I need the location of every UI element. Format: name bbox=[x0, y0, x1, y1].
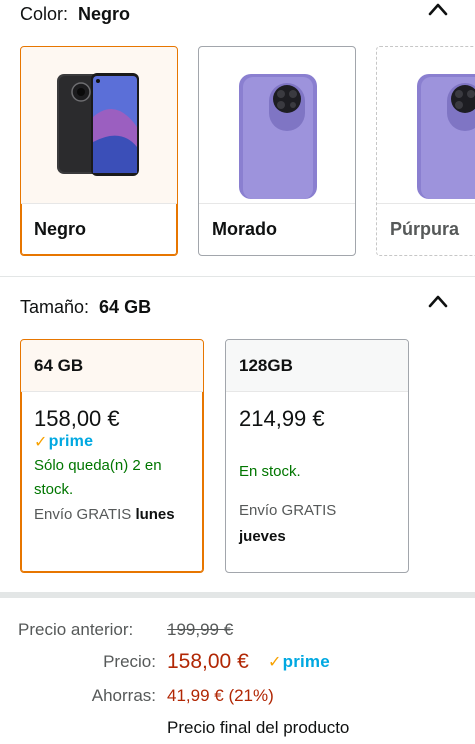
size-value: 64 GB bbox=[99, 297, 152, 317]
previous-price-row: Precio anterior: 199,99 € bbox=[0, 620, 475, 644]
color-option-label: Negro bbox=[21, 203, 177, 255]
color-value: Negro bbox=[78, 4, 131, 24]
phone-image-purpura bbox=[377, 47, 475, 204]
color-option-morado[interactable]: Morado bbox=[198, 46, 356, 256]
size-label: Tamaño: bbox=[20, 297, 90, 317]
phone-image-morado bbox=[199, 47, 355, 204]
previous-price-label: Precio anterior: bbox=[18, 620, 134, 639]
size-header: Tamaño: 64 GB bbox=[20, 297, 151, 318]
phone-image-negro bbox=[21, 47, 177, 204]
color-option-label: Morado bbox=[199, 203, 355, 255]
price-value: 158,00 € bbox=[167, 650, 249, 673]
section-divider bbox=[0, 592, 475, 598]
collapse-color-chevron-up-icon[interactable] bbox=[426, 0, 450, 18]
size-option-label: 128GB bbox=[226, 340, 408, 392]
prime-badge: ✓ prime bbox=[268, 652, 330, 671]
size-option-price: 158,00 € bbox=[34, 406, 120, 431]
previous-price-value: 199,99 € bbox=[167, 620, 234, 639]
final-price-note-row: Precio final del producto bbox=[0, 718, 475, 742]
savings-row: Ahorras: 41,99 € (21%) bbox=[0, 686, 475, 710]
current-price-row: Precio: 158,00 € ✓ prime bbox=[0, 650, 475, 678]
savings-value: 41,99 € (21%) bbox=[167, 686, 274, 705]
prime-badge: ✓ prime bbox=[34, 433, 94, 451]
stock-status: Sólo queda(n) 2 en stock. bbox=[34, 457, 162, 498]
color-label: Color: bbox=[20, 4, 69, 24]
color-option-negro[interactable]: Negro bbox=[20, 46, 178, 256]
prime-check-icon: ✓ bbox=[34, 434, 48, 451]
stock-status: En stock. bbox=[239, 463, 301, 480]
shipping-info: Envío GRATIS lunes bbox=[34, 506, 175, 523]
shipping-info: Envío GRATIS jueves bbox=[239, 502, 337, 545]
color-option-purpura[interactable]: Púrpura bbox=[376, 46, 475, 256]
color-option-label: Púrpura bbox=[377, 203, 475, 255]
size-option-price: 214,99 € bbox=[239, 406, 325, 431]
color-header: Color: Negro bbox=[20, 4, 130, 25]
savings-label: Ahorras: bbox=[91, 686, 156, 705]
final-price-note: Precio final del producto bbox=[167, 718, 350, 737]
section-divider bbox=[0, 276, 475, 277]
size-option-128gb[interactable]: 128GB 214,99 € En stock. Envío GRATIS ju… bbox=[225, 339, 409, 573]
collapse-size-chevron-up-icon[interactable] bbox=[426, 292, 450, 310]
prime-check-icon: ✓ bbox=[268, 654, 282, 671]
size-option-64gb[interactable]: 64 GB 158,00 € ✓ prime Sólo queda(n) 2 e… bbox=[20, 339, 204, 573]
size-option-label: 64 GB bbox=[21, 340, 203, 392]
price-label: Precio: bbox=[103, 652, 156, 671]
